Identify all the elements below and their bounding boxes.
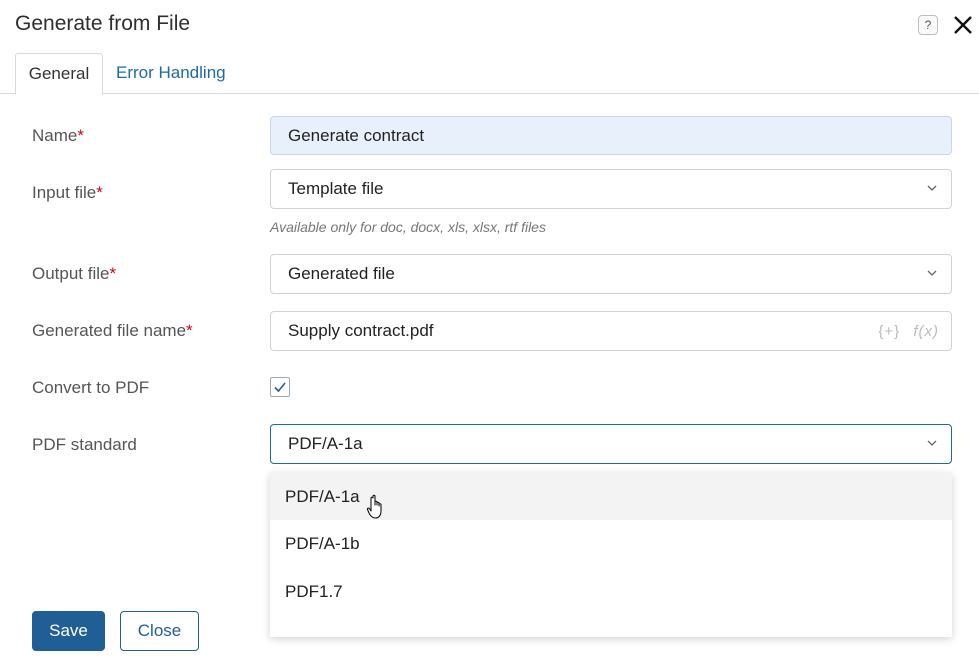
question-icon: ?	[924, 18, 932, 32]
option-pdf-a-1b[interactable]: PDF/A-1b	[270, 520, 952, 567]
chevron-down-icon	[927, 440, 937, 446]
output-file-select[interactable]: Generated file	[270, 254, 952, 294]
input-file-label: Input file*	[32, 183, 103, 202]
pdf-standard-label: PDF standard	[32, 435, 137, 454]
pdf-standard-value: PDF/A-1a	[288, 434, 363, 453]
close-button[interactable]: Close	[120, 611, 199, 651]
close-icon[interactable]	[952, 14, 974, 36]
generated-file-name-input[interactable]: Supply contract.pdf {+} f(x)	[270, 311, 952, 351]
input-file-value: Template file	[288, 179, 384, 198]
input-file-select[interactable]: Template file	[270, 169, 952, 209]
checkmark-icon	[274, 382, 286, 393]
generated-file-name-label: Generated file name*	[32, 321, 193, 340]
hand-pointer-icon	[366, 494, 382, 519]
input-file-hint: Available only for doc, docx, xls, xlsx,…	[270, 219, 546, 235]
chevron-down-icon	[927, 185, 937, 191]
tab-general[interactable]: General	[15, 53, 103, 95]
pdf-standard-select[interactable]: PDF/A-1a	[270, 424, 952, 464]
insert-variable-icon[interactable]: {+}	[878, 323, 900, 340]
generate-from-file-dialog: Generate from File ? General Error Handl…	[0, 0, 979, 656]
option-pdf-1-7[interactable]: PDF1.7	[270, 568, 952, 615]
output-file-value: Generated file	[288, 264, 395, 283]
tab-bar: General Error Handling	[0, 53, 979, 95]
name-label: Name*	[32, 126, 84, 145]
save-button[interactable]: Save	[32, 611, 105, 651]
generated-file-name-value: Supply contract.pdf	[288, 321, 434, 340]
chevron-down-icon	[927, 270, 937, 276]
help-button[interactable]: ?	[918, 15, 938, 35]
name-input[interactable]: Generate contract	[270, 116, 952, 155]
function-icon[interactable]: f(x)	[913, 323, 939, 340]
dialog-title: Generate from File	[15, 12, 191, 35]
convert-to-pdf-checkbox[interactable]	[270, 377, 290, 397]
output-file-label: Output file*	[32, 264, 117, 283]
convert-to-pdf-label: Convert to PDF	[32, 378, 150, 397]
tab-error-handling[interactable]: Error Handling	[104, 53, 238, 94]
